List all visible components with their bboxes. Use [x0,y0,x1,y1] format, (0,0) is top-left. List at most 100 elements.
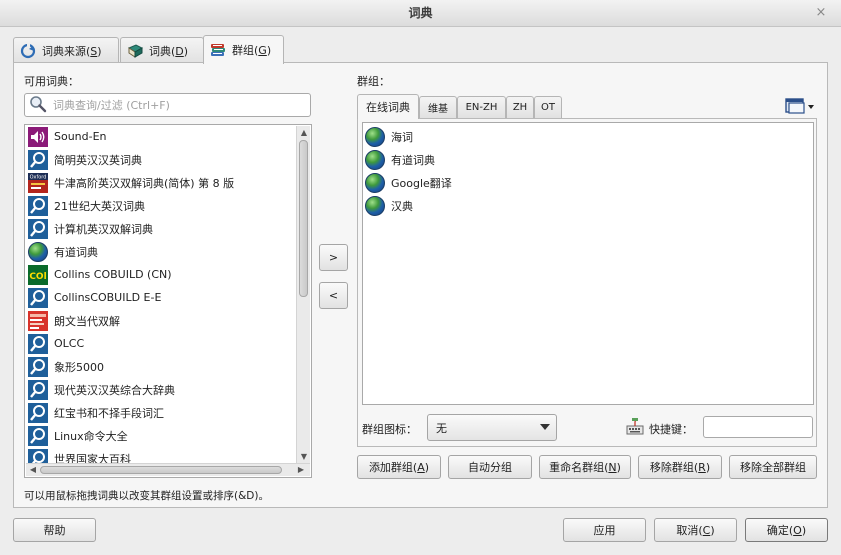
list-item[interactable]: 象形5000 [26,355,296,378]
remove-from-group-button[interactable]: < [319,282,348,309]
list-item[interactable]: 有道词典 [365,148,435,171]
list-item[interactable]: Linux命令大全 [26,424,296,447]
globe-icon [365,126,385,147]
tab-online-dicts[interactable]: 在线词典 [357,94,419,119]
magnifier-dict-icon [28,402,48,423]
dict-name: 有道词典 [391,153,435,167]
apply-button[interactable]: 应用 [563,518,646,542]
book-icon [127,43,144,59]
magnifier-dict-icon [28,379,48,400]
dict-name: Linux命令大全 [54,429,128,443]
magnifier-dict-icon [28,333,48,354]
tab-ot[interactable]: OT [534,96,562,118]
list-item[interactable]: 朗文当代双解 [26,309,296,332]
dict-name: CollinsCOBUILD E-E [54,291,162,304]
group-icon-label: 群组图标： [362,423,417,436]
cancel-button[interactable]: 取消(C) [654,518,737,542]
list-item[interactable]: 简明英汉汉英词典 [26,148,296,171]
window-titlebar: 词典 × [0,0,841,27]
dict-name: 21世纪大英汉词典 [54,199,145,213]
speaker-icon [28,126,48,147]
help-button[interactable]: 帮助 [13,518,96,542]
svg-text:Oxford: Oxford [30,174,47,180]
close-icon[interactable]: × [813,0,829,26]
list-item[interactable]: 红宝书和不择手段词汇 [26,401,296,424]
tab-sources-label: 词典来源(S) [42,44,102,58]
remove-all-groups-button[interactable]: 移除全部群组 [729,455,817,479]
scroll-down-arrow-icon[interactable]: ▼ [299,452,309,462]
dict-name: 现代英汉汉英综合大辞典 [54,383,175,397]
group-menu-button[interactable] [785,96,815,116]
list-item[interactable]: OLCC [26,332,296,355]
tab-groups[interactable]: 群组(G) [203,35,284,64]
collins-icon: COl [28,264,48,285]
list-item[interactable]: 计算机英汉双解词典 [26,217,296,240]
dict-search-box[interactable] [24,93,311,117]
dict-name: OLCC [54,337,85,350]
tab-dictionaries[interactable]: 词典(D) [120,37,204,63]
available-dicts-list[interactable]: Sound-En 简明英汉汉英词典 Oxford 牛津高阶英汉双解词典(简体) … [24,124,312,478]
magnifier-dict-icon [28,287,48,308]
available-dicts-label: 可用词典： [24,75,79,88]
dict-name: Sound-En [54,130,107,143]
dict-name: 简明英汉汉英词典 [54,153,142,167]
dict-name: 牛津高阶英汉双解词典(简体) 第 8 版 [54,176,235,190]
add-to-group-button[interactable]: > [319,244,348,271]
group-icon-select[interactable]: 无 [427,414,557,441]
tab-dictionaries-label: 词典(D) [149,44,189,58]
list-item[interactable]: 海词 [365,125,413,148]
list-item[interactable]: 有道词典 [26,240,296,263]
group-dicts-list[interactable]: 海词 有道词典 Google翻译 汉典 [362,122,814,405]
globe-icon [365,149,385,170]
shortcut-input[interactable] [703,416,813,438]
svg-text:COl: COl [29,272,46,282]
auto-group-button[interactable]: 自动分组 [448,455,532,479]
dict-name: Collins COBUILD (CN) [54,268,172,281]
shortcut-label: 快捷键： [649,423,693,436]
scroll-right-arrow-icon[interactable]: ▶ [296,465,306,475]
dict-search-input[interactable] [53,98,293,112]
vertical-scroll-thumb[interactable] [299,140,308,297]
globe-icon [28,241,48,262]
tab-wiki[interactable]: 维基 [419,96,457,118]
dict-name: 海词 [391,130,413,144]
list-item[interactable]: COl Collins COBUILD (CN) [26,263,296,286]
list-item[interactable]: Sound-En [26,125,296,148]
scroll-up-arrow-icon[interactable]: ▲ [299,128,309,138]
search-icon [29,95,47,116]
list-item[interactable]: 21世纪大英汉词典 [26,194,296,217]
magnifier-dict-icon [28,425,48,446]
tab-en-zh[interactable]: EN-ZH [457,96,506,118]
add-group-button[interactable]: 添加群组(A) [357,455,441,479]
list-item[interactable]: CollinsCOBUILD E-E [26,286,296,309]
window-title: 词典 [408,6,433,20]
dict-name: 有道词典 [54,245,98,259]
tab-groups-label: 群组(G) [232,44,272,57]
oxford-book-icon: Oxford [28,172,48,193]
ok-button[interactable]: 确定(O) [745,518,828,542]
magnifier-dict-icon [28,218,48,239]
horizontal-scroll-thumb[interactable] [40,466,282,474]
horizontal-scrollbar[interactable]: ◀ ▶ [26,463,310,476]
list-item[interactable]: Oxford 牛津高阶英汉双解词典(简体) 第 8 版 [26,171,296,194]
magnifier-dict-icon [28,195,48,216]
groups-label: 群组： [357,75,390,88]
dict-name: 象形5000 [54,360,104,374]
books-stack-icon [210,42,226,58]
tab-sources[interactable]: 词典来源(S) [13,37,119,63]
dict-name: 朗文当代双解 [54,314,120,328]
longman-book-icon [28,310,48,331]
globe-icon [365,172,385,193]
tab-zh[interactable]: ZH [506,96,534,118]
magnifier-dict-icon [28,356,48,377]
magnifier-dict-icon [28,149,48,170]
list-item[interactable]: 汉典 [365,194,413,217]
list-item[interactable]: 现代英汉汉英综合大辞典 [26,378,296,401]
vertical-scrollbar[interactable]: ▲ ▼ [296,126,310,464]
remove-group-button[interactable]: 移除群组(R) [638,455,722,479]
list-item[interactable]: Google翻译 [365,171,452,194]
chevron-down-icon [540,424,550,430]
rename-group-button[interactable]: 重命名群组(N) [539,455,631,479]
group-icon-value: 无 [436,421,447,435]
scroll-left-arrow-icon[interactable]: ◀ [28,465,38,475]
